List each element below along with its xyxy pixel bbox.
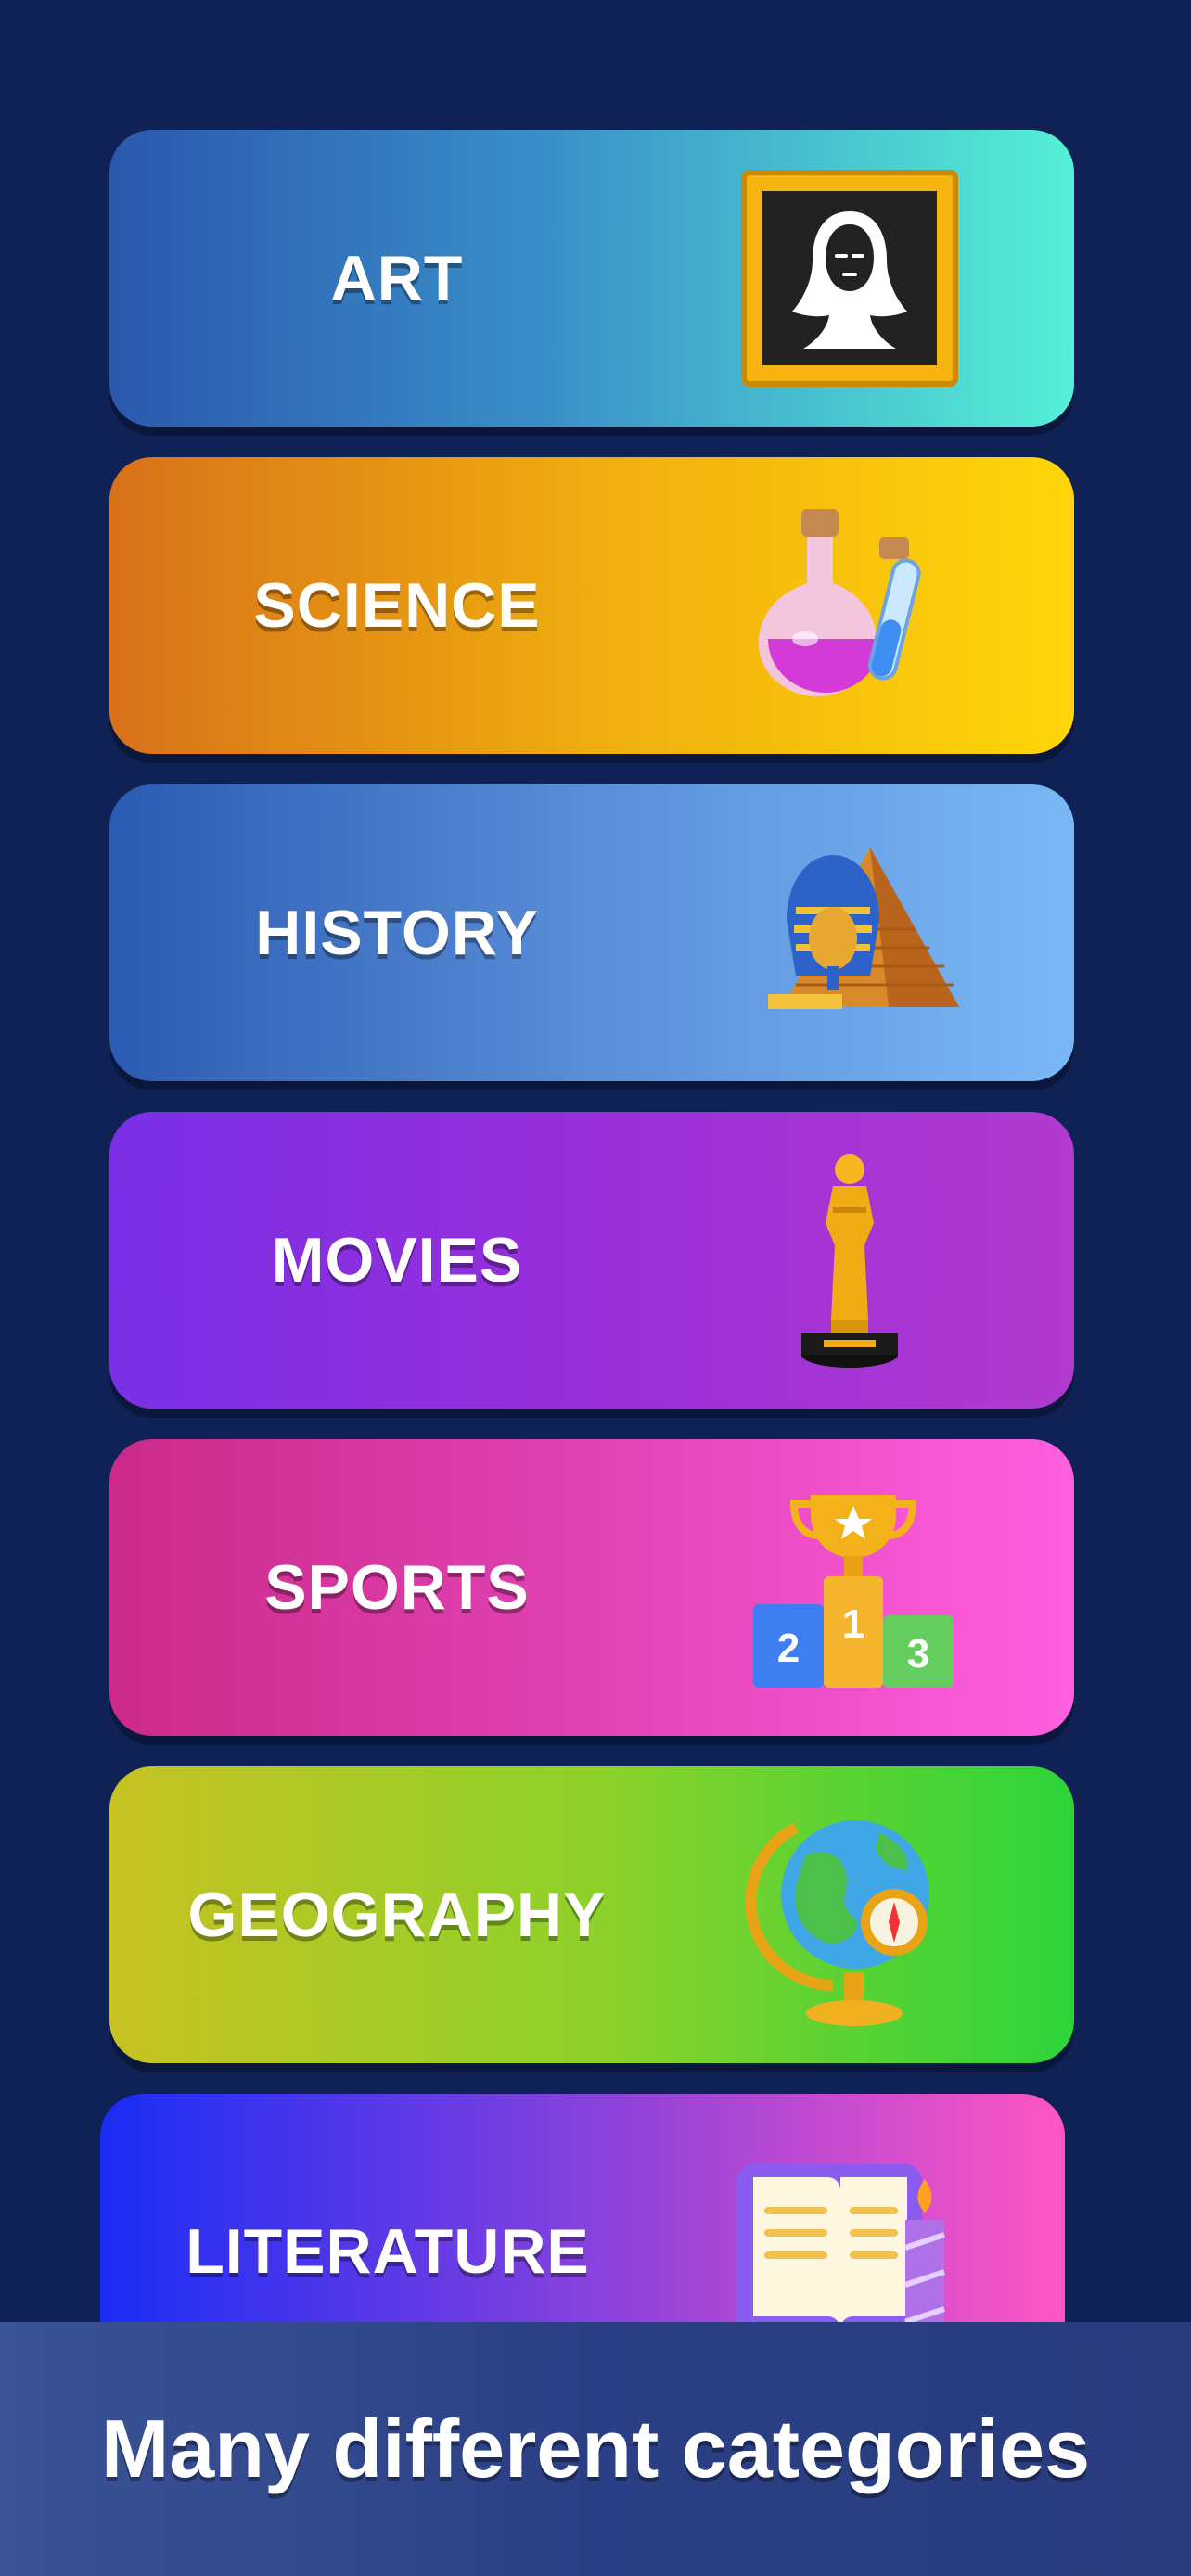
footer-banner: Many different categories [0, 2322, 1191, 2576]
mona-lisa-frame-icon [740, 154, 963, 402]
category-card-history[interactable]: HISTORY [109, 784, 1074, 1081]
category-card-sports[interactable]: SPORTS 1 2 3 [109, 1439, 1074, 1736]
potion-flasks-icon [740, 481, 963, 730]
globe-compass-icon [740, 1791, 963, 2039]
category-label: GEOGRAPHY [187, 1880, 607, 1950]
category-label: ART [330, 243, 464, 313]
footer-tagline: Many different categories [100, 2403, 1091, 2494]
podium-first-label: 1 [842, 1601, 864, 1647]
category-label: HISTORY [255, 898, 539, 968]
category-label: SPORTS [264, 1552, 530, 1623]
category-card-movies[interactable]: MOVIES [109, 1112, 1074, 1409]
category-card-art[interactable]: ART [109, 130, 1074, 427]
podium-third-label: 3 [907, 1631, 929, 1677]
podium-second-label: 2 [777, 1626, 800, 1671]
trophy-podium-icon: 1 2 3 [740, 1463, 963, 1712]
category-card-science[interactable]: SCIENCE [109, 457, 1074, 754]
pharaoh-pyramid-icon [740, 809, 963, 1057]
oscar-statuette-icon [740, 1136, 963, 1384]
category-label: SCIENCE [253, 570, 541, 641]
category-label: MOVIES [271, 1225, 523, 1295]
category-card-geography[interactable]: GEOGRAPHY [109, 1766, 1074, 2063]
